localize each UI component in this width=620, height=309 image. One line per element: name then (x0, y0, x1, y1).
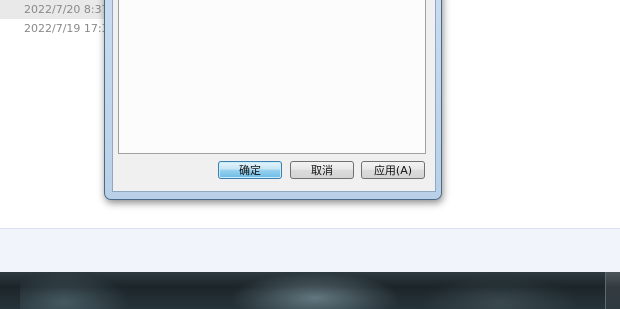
taskbar-wallpaper-highlight (230, 272, 400, 309)
apply-button[interactable]: 应用(A) (361, 161, 425, 179)
taskbar-wallpaper-highlight (420, 276, 580, 309)
show-desktop-button[interactable] (605, 272, 620, 309)
file-modified-date: 2022/7/19 17:32 (24, 22, 116, 35)
taskbar (0, 272, 620, 309)
taskbar-wallpaper-highlight (20, 272, 130, 309)
details-pane (0, 228, 620, 273)
dialog-body: 确定 取消 应用(A) (112, 0, 436, 192)
ok-button[interactable]: 确定 (218, 161, 282, 179)
dialog-tab-panel (118, 0, 426, 154)
file-modified-date: 2022/7/20 8:37 (24, 3, 109, 16)
properties-dialog: 确定 取消 应用(A) (104, 0, 442, 200)
cancel-button[interactable]: 取消 (290, 161, 354, 179)
